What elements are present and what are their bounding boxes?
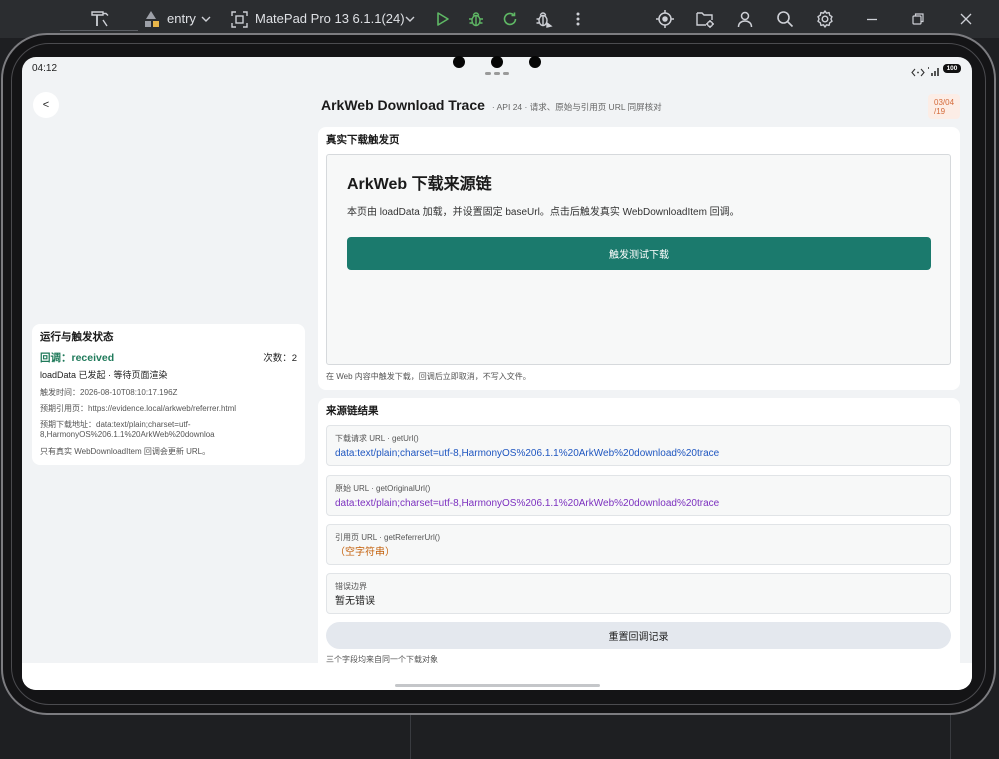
target-icon[interactable] bbox=[655, 9, 675, 29]
expected-download-url: 预期下载地址：data:text/plain;charset=utf-8,Har… bbox=[40, 420, 215, 439]
status-note: 只有真实 WebDownloadItem 回调会更新 URL。 bbox=[40, 447, 211, 456]
more-icon[interactable] bbox=[571, 10, 585, 28]
trigger-page-card: 真实下载触发页 ArkWeb 下载来源链 本页由 loadData 加载，并设置… bbox=[318, 127, 960, 390]
restore-icon[interactable] bbox=[910, 10, 926, 28]
status-time: 04:12 bbox=[32, 63, 58, 74]
result-item-original-url: 原始 URL · getOriginalUrl() data:text/plai… bbox=[326, 475, 951, 516]
camera-dot bbox=[491, 56, 503, 68]
battery-indicator: 100 bbox=[943, 64, 961, 73]
result-label: 下载请求 URL · getUrl() bbox=[335, 434, 419, 443]
callback-status: 回调：received bbox=[40, 351, 115, 364]
minimize-icon[interactable] bbox=[864, 10, 880, 28]
reset-records-button[interactable]: 重置回调记录 bbox=[326, 622, 951, 649]
results-section-title: 来源链结果 bbox=[326, 405, 379, 417]
settings-icon[interactable] bbox=[815, 9, 835, 29]
callback-row: 回调：received 次数：2 bbox=[40, 350, 297, 365]
page-subtitle: · API 24 · 请求、原始与引用页 URL 同屏核对 bbox=[491, 102, 662, 112]
web-page-title: ArkWeb 下载来源链 bbox=[347, 176, 492, 193]
module-icon[interactable] bbox=[143, 10, 161, 28]
device-icon[interactable] bbox=[231, 11, 248, 28]
result-label: 错误边界 bbox=[335, 582, 367, 591]
result-item-error-boundary: 错误边界 暂无错误 bbox=[326, 573, 951, 614]
sensor-segment bbox=[494, 72, 500, 75]
results-footnote: 三个字段均来自同一个下载对象 bbox=[326, 655, 438, 663]
module-selector[interactable]: entry bbox=[167, 11, 196, 27]
expected-referrer: 预期引用页：https://evidence.local/arkweb/refe… bbox=[40, 404, 237, 413]
web-page-description: 本页由 loadData 加载，并设置固定 baseUrl。点击后触发真实 We… bbox=[347, 207, 740, 218]
status-message: loadData 已发起 · 等待页面渲染 bbox=[40, 370, 168, 380]
navigation-bar bbox=[22, 663, 972, 690]
sensor-segment bbox=[485, 72, 491, 75]
trigger-time: 触发时间：2026-08-10T08:10:17.196Z bbox=[40, 388, 178, 397]
panel-divider[interactable] bbox=[950, 714, 951, 759]
page-title: ArkWeb Download Trace bbox=[321, 97, 485, 113]
result-value: （空字符串） bbox=[335, 547, 395, 558]
active-indicator bbox=[60, 30, 138, 31]
home-indicator[interactable] bbox=[395, 684, 600, 687]
date-badge-line1: 03/04 bbox=[934, 98, 955, 107]
chevron-down-icon[interactable] bbox=[404, 13, 416, 25]
device-selector[interactable]: MatePad Pro 13 6.1.1(24) bbox=[255, 11, 405, 27]
result-label: 原始 URL · getOriginalUrl() bbox=[335, 484, 431, 493]
attach-debugger-icon[interactable] bbox=[535, 10, 553, 28]
result-value: data:text/plain;charset=utf-8,HarmonyOS%… bbox=[335, 498, 720, 509]
debug-icon[interactable] bbox=[467, 10, 485, 28]
signal-icon bbox=[928, 63, 941, 81]
status-card-title: 运行与触发状态 bbox=[40, 331, 114, 343]
app-content: 04:12 < ArkWeb Download Trace · API 24 ·… bbox=[22, 57, 972, 663]
trigger-download-button[interactable]: 触发测试下载 bbox=[347, 237, 931, 270]
panel-divider[interactable] bbox=[410, 714, 411, 759]
run-icon[interactable] bbox=[433, 10, 451, 28]
result-label: 引用页 URL · getReferrerUrl() bbox=[335, 533, 441, 542]
result-value: data:text/plain;charset=utf-8,HarmonyOS%… bbox=[335, 448, 720, 459]
close-icon[interactable] bbox=[958, 10, 974, 28]
build-icon[interactable] bbox=[89, 9, 113, 29]
camera-dot bbox=[529, 56, 541, 68]
run-status-card: 运行与触发状态 回调：received 次数：2 loadData 已发起 · … bbox=[32, 324, 305, 465]
result-value: 暂无错误 bbox=[335, 596, 375, 607]
chevron-down-icon[interactable] bbox=[200, 13, 212, 25]
device-screen: 04:12 < ArkWeb Download Trace · API 24 ·… bbox=[22, 57, 972, 690]
date-badge-line2: /19 bbox=[934, 107, 946, 116]
source-chain-results-card: 来源链结果 下载请求 URL · getUrl() data:text/plai… bbox=[318, 398, 960, 663]
trigger-section-title: 真实下载触发页 bbox=[326, 134, 400, 146]
trigger-footnote: 在 Web 内容中触发下载，回调后立即取消，不写入文件。 bbox=[326, 372, 531, 381]
link-icon bbox=[911, 64, 925, 82]
date-badge: 03/04 /19 bbox=[928, 94, 960, 119]
project-files-icon[interactable] bbox=[695, 9, 715, 29]
web-view[interactable]: ArkWeb 下载来源链 本页由 loadData 加载，并设置固定 baseU… bbox=[326, 154, 951, 365]
account-icon[interactable] bbox=[735, 9, 755, 29]
back-button[interactable]: < bbox=[33, 92, 59, 118]
callback-count: 次数：2 bbox=[263, 353, 297, 364]
page-header: ArkWeb Download Trace · API 24 · 请求、原始与引… bbox=[321, 97, 662, 114]
camera-dot bbox=[453, 56, 465, 68]
apply-changes-icon[interactable] bbox=[501, 10, 519, 28]
search-icon[interactable] bbox=[775, 9, 795, 29]
sensor-segment bbox=[503, 72, 509, 75]
result-item-url: 下载请求 URL · getUrl() data:text/plain;char… bbox=[326, 425, 951, 466]
result-item-referrer-url: 引用页 URL · getReferrerUrl() （空字符串） bbox=[326, 524, 951, 565]
